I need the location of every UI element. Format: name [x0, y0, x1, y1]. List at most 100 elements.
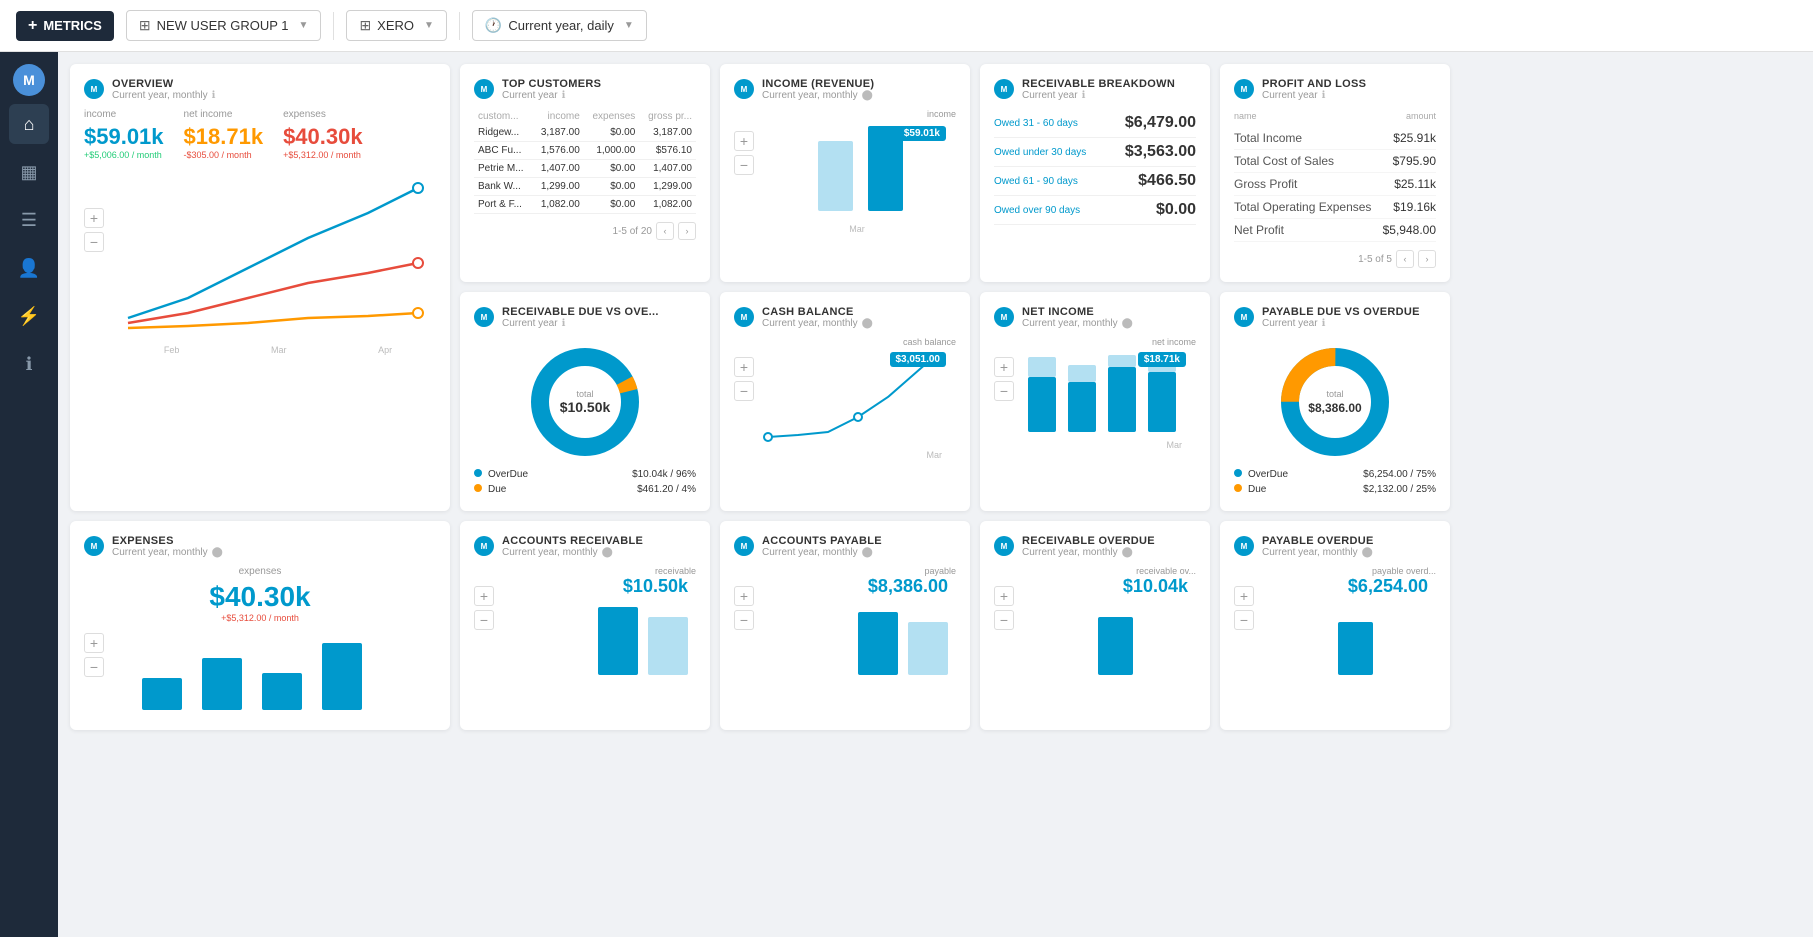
pagination-text: 1-5 of 20 [613, 226, 652, 237]
prev-page-button[interactable]: ‹ [656, 222, 674, 240]
chevron-down-icon: ▼ [299, 20, 309, 31]
rb-amount: $6,479.00 [1125, 114, 1196, 132]
pdv-donut-chart: total $8,386.00 [1255, 337, 1415, 457]
ap-chart-label: payable [734, 566, 956, 576]
pdv-title: PAYABLE DUE VS OVERDUE [1262, 306, 1420, 318]
rb-row[interactable]: Owed 61 - 90 days $466.50 [994, 167, 1196, 196]
nav-divider [333, 12, 334, 40]
pdv-subtitle: Current year ℹ [1262, 318, 1420, 329]
payable-due-card: M PAYABLE DUE VS OVERDUE Current year ℹ … [1220, 292, 1450, 511]
avatar[interactable]: M [13, 64, 45, 96]
ro-zoom-out[interactable]: − [994, 610, 1014, 630]
cb-zoom: + − [734, 357, 754, 401]
table-row[interactable]: Port & F... 1,082.00 $0.00 1,082.00 [474, 196, 696, 214]
customer-name: Bank W... [474, 178, 533, 196]
ni-zoom-out[interactable]: − [994, 381, 1014, 401]
rdv-header: M RECEIVABLE DUE VS OVE... Current year … [474, 306, 696, 329]
po-zoom-in[interactable]: + [1234, 586, 1254, 606]
income-zoom-in[interactable]: + [734, 131, 754, 151]
income-zoom-out[interactable]: − [734, 155, 754, 175]
accounts-payable-card: M ACCOUNTS PAYABLE Current year, monthly… [720, 521, 970, 730]
zoom-out-button[interactable]: − [84, 232, 104, 252]
exp-subtitle: Current year, monthly ⬤ [112, 547, 223, 558]
exp-header: M EXPENSES Current year, monthly ⬤ [84, 535, 436, 558]
ar-chart: + − $10.50k [474, 576, 696, 680]
rb-row[interactable]: Owed over 90 days $0.00 [994, 196, 1196, 225]
rb-row[interactable]: Owed 31 - 60 days $6,479.00 [994, 109, 1196, 138]
pl-dot: M [1234, 79, 1254, 99]
ap-value: $8,386.00 [734, 576, 948, 597]
exp-sub: +$5,312.00 / month [84, 613, 436, 623]
table-row[interactable]: ABC Fu... 1,576.00 1,000.00 $576.10 [474, 142, 696, 160]
pl-row-name: Total Cost of Sales [1234, 154, 1334, 168]
zoom-in-button[interactable]: + [84, 208, 104, 228]
ar-header: M ACCOUNTS RECEIVABLE Current year, mont… [474, 535, 696, 558]
top-customers-subtitle: Current year ℹ [502, 90, 601, 101]
due-dot [474, 484, 482, 492]
ar-info-icon: ⬤ [602, 547, 613, 558]
sidebar-item-lightning[interactable]: ⚡ [9, 296, 49, 336]
exp-info-icon: ⬤ [212, 547, 223, 558]
sidebar-item-info[interactable]: ℹ [9, 344, 49, 384]
table-row[interactable]: Petrie M... 1,407.00 $0.00 1,407.00 [474, 160, 696, 178]
ro-zoom-in[interactable]: + [994, 586, 1014, 606]
sidebar-item-home[interactable]: ⌂ [9, 104, 49, 144]
ar-zoom-in[interactable]: + [474, 586, 494, 606]
exp-zoom-in[interactable]: + [84, 633, 104, 653]
po-zoom-out[interactable]: − [1234, 610, 1254, 630]
rdv-title: RECEIVABLE DUE VS OVE... [502, 306, 659, 318]
ro-dot: M [994, 536, 1014, 556]
ni-zoom: + − [994, 357, 1014, 401]
cb-title: CASH BALANCE [762, 306, 873, 318]
cb-x-label: Mar [734, 450, 942, 460]
next-page-button[interactable]: › [678, 222, 696, 240]
add-metrics-button[interactable]: + METRICS [16, 11, 114, 41]
pl-col-amount: amount [1406, 111, 1436, 121]
ar-chart-label: receivable [474, 566, 696, 576]
overview-card: M OVERVIEW Current year, monthly ℹ incom… [70, 64, 450, 511]
ap-zoom-in[interactable]: + [734, 586, 754, 606]
ni-zoom-in[interactable]: + [994, 357, 1014, 377]
cb-header: M CASH BALANCE Current year, monthly ⬤ [734, 306, 956, 329]
ar-zoom-out[interactable]: − [474, 610, 494, 630]
po-subtitle: Current year, monthly ⬤ [1262, 547, 1374, 558]
xero-selector[interactable]: ⊞ XERO ▼ [346, 10, 446, 41]
ni-chart: $18.71k + − Mar [994, 347, 1196, 457]
customer-expenses: $0.00 [584, 124, 640, 142]
pdv-donut-container: total $8,386.00 OverDue $6,254.00 / 75% … [1234, 337, 1436, 497]
table-row[interactable]: Ridgew... 3,187.00 $0.00 3,187.00 [474, 124, 696, 142]
cb-zoom-out[interactable]: − [734, 381, 754, 401]
exp-value-display: $40.30k +$5,312.00 / month [84, 581, 436, 623]
sidebar-item-user[interactable]: 👤 [9, 248, 49, 288]
ap-zoom-out[interactable]: − [734, 610, 754, 630]
pl-next-button[interactable]: › [1418, 250, 1436, 268]
pdv-info-icon: ℹ [1322, 318, 1326, 329]
po-value: $6,254.00 [1234, 576, 1428, 597]
cb-value-badge: $3,051.00 [890, 352, 947, 367]
income-zoom: + − [734, 131, 754, 175]
rb-row[interactable]: Owed under 30 days $3,563.00 [994, 138, 1196, 167]
pl-prev-button[interactable]: ‹ [1396, 250, 1414, 268]
income-title: INCOME (REVENUE) [762, 78, 874, 90]
cb-subtitle: Current year, monthly ⬤ [762, 318, 873, 329]
pl-pagination: 1-5 of 5 ‹ › [1234, 250, 1436, 268]
plus-icon: + [28, 17, 37, 35]
cb-zoom-in[interactable]: + [734, 357, 754, 377]
net-income-metric: net income $18.71k -$305.00 / month [184, 109, 264, 160]
customer-expenses: $0.00 [584, 196, 640, 214]
po-info-icon: ⬤ [1362, 547, 1373, 558]
sidebar-item-dashboard[interactable]: ▦ [9, 152, 49, 192]
metrics-label: METRICS [43, 18, 102, 33]
exp-title: EXPENSES [112, 535, 223, 547]
x-label-mar: Mar [271, 345, 287, 355]
sidebar-item-list[interactable]: ☰ [9, 200, 49, 240]
exp-dot: M [84, 536, 104, 556]
ni-title: NET INCOME [1022, 306, 1133, 318]
exp-zoom-out[interactable]: − [84, 657, 104, 677]
group-selector[interactable]: ⊞ NEW USER GROUP 1 ▼ [126, 10, 322, 41]
pl-col-name: name [1234, 111, 1257, 121]
period-selector[interactable]: 🕐 Current year, daily ▼ [472, 10, 647, 41]
pl-row-amount: $19.16k [1393, 200, 1436, 214]
customers-pagination: 1-5 of 20 ‹ › [474, 222, 696, 240]
table-row[interactable]: Bank W... 1,299.00 $0.00 1,299.00 [474, 178, 696, 196]
